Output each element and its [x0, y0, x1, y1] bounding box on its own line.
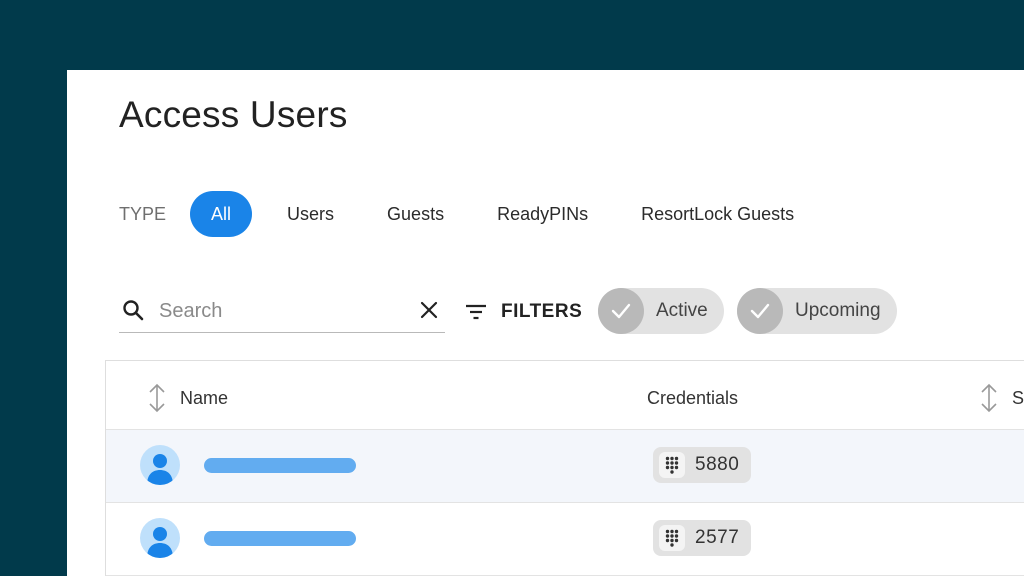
filters-button[interactable]: FILTERS: [465, 298, 582, 326]
credential-code: 2577: [695, 527, 740, 548]
column-header-name[interactable]: Name: [146, 383, 228, 413]
filters-label: FILTERS: [501, 301, 583, 322]
user-name-redacted: [204, 531, 356, 546]
table-row[interactable]: 5880: [106, 430, 1024, 503]
type-tab-resortlock-guests[interactable]: ResortLock Guests: [623, 191, 812, 237]
user-name-redacted: [204, 458, 356, 473]
type-tab-readypins[interactable]: ReadyPINs: [479, 191, 606, 237]
sort-icon: [149, 383, 165, 413]
table-header: Name Credentials S: [106, 361, 1024, 430]
column-header-name-label: Name: [180, 387, 229, 408]
filter-chip-active[interactable]: Active: [598, 288, 724, 334]
credential-code: 5880: [695, 454, 740, 475]
type-label: TYPE: [119, 203, 167, 224]
keypad-icon: [659, 525, 685, 551]
type-tab-users[interactable]: Users: [269, 191, 352, 237]
credential-badge: 5880: [653, 447, 752, 483]
keypad-icon: [659, 452, 685, 478]
table-row[interactable]: 2577: [106, 503, 1024, 576]
filter-icon: [466, 304, 486, 320]
filter-chip-upcoming[interactable]: Upcoming: [737, 288, 897, 334]
main-panel: Access Users TYPE All Users Guests Ready…: [67, 70, 1024, 576]
type-filter-bar: TYPE All Users Guests ReadyPINs ResortLo…: [119, 191, 829, 237]
search-bar: [119, 292, 445, 333]
check-icon: [737, 288, 783, 334]
user-avatar-icon: [140, 518, 180, 558]
search-input[interactable]: [157, 296, 401, 326]
sort-icon: [981, 383, 997, 413]
column-header-status[interactable]: S: [978, 383, 1024, 413]
column-header-credentials-label: Credentials: [647, 387, 739, 408]
column-header-credentials: Credentials: [647, 383, 738, 413]
check-icon: [598, 288, 644, 334]
page-title: Access Users: [119, 94, 348, 135]
close-icon[interactable]: [419, 300, 439, 320]
type-tab-guests[interactable]: Guests: [369, 191, 462, 237]
filter-chip-upcoming-label: Upcoming: [795, 300, 881, 321]
filter-chip-active-label: Active: [656, 300, 708, 321]
column-header-status-label: S: [1012, 387, 1024, 408]
search-icon: [123, 300, 144, 321]
type-tab-all[interactable]: All: [190, 191, 253, 237]
credential-badge: 2577: [653, 520, 752, 556]
users-table: Name Credentials S 5880 2577: [105, 360, 1024, 576]
user-avatar-icon: [140, 445, 180, 485]
